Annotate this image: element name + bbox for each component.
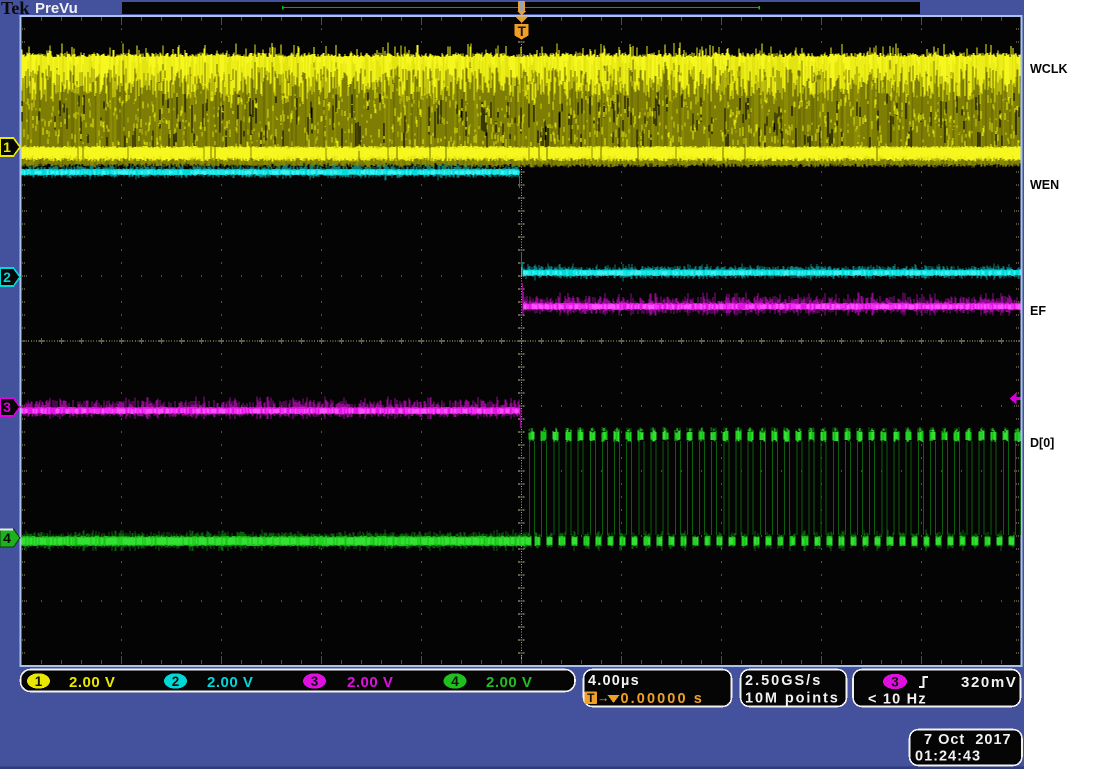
svg-text:2.00 V: 2.00 V — [69, 674, 115, 691]
svg-text:2.00 V: 2.00 V — [207, 674, 253, 691]
svg-text:D[0]: D[0] — [1030, 436, 1054, 450]
svg-text:PreVu: PreVu — [35, 0, 78, 17]
svg-text:Tek: Tek — [1, 0, 29, 18]
svg-text:320mV: 320mV — [961, 674, 1017, 691]
svg-text:1: 1 — [3, 139, 11, 155]
svg-text:10M points: 10M points — [745, 691, 840, 707]
svg-text:01:24:43: 01:24:43 — [915, 749, 981, 765]
svg-text:< 10 Hz: < 10 Hz — [868, 692, 927, 708]
svg-text:4.00µs: 4.00µs — [588, 673, 640, 689]
svg-text:4: 4 — [451, 674, 459, 689]
svg-text:4: 4 — [3, 530, 11, 546]
svg-text:2.00 V: 2.00 V — [486, 674, 532, 691]
svg-text:2: 2 — [3, 269, 11, 285]
svg-text:0.00000 s: 0.00000 s — [621, 691, 704, 707]
svg-text:→: → — [597, 691, 610, 705]
svg-text:EF: EF — [1030, 304, 1046, 318]
svg-text:2.00 V: 2.00 V — [347, 674, 393, 691]
svg-text:2.50GS/s: 2.50GS/s — [745, 673, 822, 689]
svg-text:T: T — [518, 24, 527, 39]
svg-text:3: 3 — [3, 399, 11, 415]
svg-text:3: 3 — [891, 675, 899, 690]
svg-text:2: 2 — [172, 674, 180, 689]
svg-text:T: T — [587, 691, 595, 705]
svg-text:WEN: WEN — [1030, 178, 1059, 192]
svg-text:1: 1 — [35, 674, 43, 689]
svg-text:WCLK: WCLK — [1030, 62, 1068, 76]
svg-text:7 Oct 2017: 7 Oct 2017 — [924, 732, 1012, 748]
svg-text:3: 3 — [311, 674, 319, 689]
